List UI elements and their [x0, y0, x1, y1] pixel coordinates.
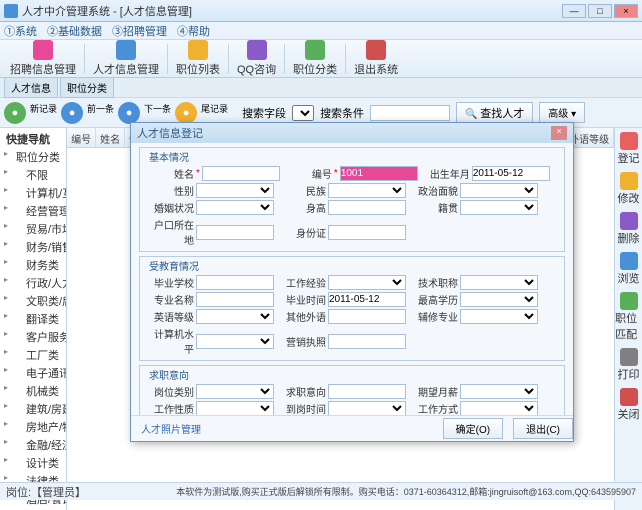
- menubar: ①系统 ②基础数据 ③招聘管理 ④帮助: [0, 22, 642, 40]
- tree-group[interactable]: 职位分类: [2, 148, 64, 166]
- tree-item-16[interactable]: 设计类: [2, 454, 64, 472]
- idcard-field[interactable]: [328, 225, 406, 240]
- jobwish-field[interactable]: [328, 384, 406, 399]
- tree-item-3[interactable]: 贸易/市场营销类: [2, 220, 64, 238]
- advanced-button[interactable]: 高级 ▾: [539, 102, 585, 123]
- status-user: 岗位:【管理员】: [6, 484, 86, 500]
- talent-register-dialog: 人才信息登记 × 基本情况 姓名* 编号* 出生年月 性别 民族 政治面貌 婚姻…: [130, 122, 574, 442]
- computer-select[interactable]: [196, 334, 274, 349]
- worknature-select[interactable]: [196, 401, 274, 415]
- ok-button[interactable]: 确定(O): [443, 418, 503, 439]
- searchbar: 搜索字段 搜索条件 🔍 查找人才 高级 ▾: [232, 102, 638, 124]
- tree-item-8[interactable]: 翻译类: [2, 310, 64, 328]
- status-notice: 本软件为测试版,购买正式版后解锁所有限制。购买电话：0371-60364312,…: [176, 485, 636, 498]
- tree-item-5[interactable]: 财务类: [2, 256, 64, 274]
- nation-select[interactable]: [328, 183, 406, 198]
- action-关闭[interactable]: 关闭: [618, 388, 640, 422]
- toolbar-3[interactable]: QQ咨询: [231, 40, 282, 77]
- close-button[interactable]: ×: [614, 4, 638, 18]
- menu-recruit[interactable]: ③招聘管理: [112, 23, 167, 39]
- search-field-label: 搜索字段: [242, 105, 286, 121]
- menu-help[interactable]: ④帮助: [177, 23, 210, 39]
- window-title: 人才中介管理系统 - [人才信息管理]: [22, 3, 562, 19]
- tab-talent-info[interactable]: 人才信息: [4, 77, 58, 98]
- salary-select[interactable]: [460, 384, 538, 399]
- hukou-field[interactable]: [196, 225, 274, 240]
- col-0[interactable]: 编号: [67, 128, 96, 147]
- gender-select[interactable]: [196, 183, 274, 198]
- tree-item-14[interactable]: 房地产/物业管理: [2, 418, 64, 436]
- jobtype-select[interactable]: [196, 384, 274, 399]
- app-icon: [4, 4, 18, 18]
- nav-1[interactable]: ●: [61, 102, 83, 124]
- action-打印[interactable]: 打印: [618, 348, 640, 382]
- action-删除[interactable]: 删除: [618, 212, 640, 246]
- tree-item-9[interactable]: 客户服务类: [2, 328, 64, 346]
- toolbar-2[interactable]: 职位列表: [170, 40, 226, 77]
- subtabs: 人才信息 职位分类: [0, 78, 642, 98]
- arrive-select[interactable]: [328, 401, 406, 415]
- foreign-field[interactable]: [328, 309, 406, 324]
- photo-manage-link[interactable]: 人才照片管理: [141, 421, 201, 436]
- nav-0[interactable]: ●: [4, 102, 26, 124]
- toolbar-1[interactable]: 人才信息管理: [87, 40, 165, 77]
- action-职位匹配[interactable]: 职位匹配: [615, 292, 642, 342]
- sidebar: 快捷导航职位分类不限计算机/互联网类经营管理类贸易/市场营销类财务/销售/行政类…: [0, 128, 67, 510]
- nav-2[interactable]: ●: [118, 102, 140, 124]
- gradtime-field[interactable]: [328, 292, 406, 307]
- tree-item-11[interactable]: 电子通讯类: [2, 364, 64, 382]
- find-button[interactable]: 🔍 查找人才: [456, 102, 533, 124]
- name-field[interactable]: [202, 166, 280, 181]
- tree-item-0[interactable]: 不限: [2, 166, 64, 184]
- search-field-select[interactable]: [292, 105, 314, 121]
- tree-item-2[interactable]: 经营管理类: [2, 202, 64, 220]
- major-field[interactable]: [196, 292, 274, 307]
- tree-item-13[interactable]: 建筑/房建/建材类: [2, 400, 64, 418]
- english-select[interactable]: [196, 309, 274, 324]
- nav-3[interactable]: ●: [175, 102, 197, 124]
- tree-item-4[interactable]: 财务/销售/行政类: [2, 238, 64, 256]
- action-修改[interactable]: 修改: [618, 172, 640, 206]
- tree-item-15[interactable]: 金融/经济: [2, 436, 64, 454]
- action-浏览[interactable]: 浏览: [618, 252, 640, 286]
- politics-select[interactable]: [460, 183, 538, 198]
- tab-job-category[interactable]: 职位分类: [60, 77, 114, 98]
- dialog-title: 人才信息登记 ×: [131, 123, 573, 143]
- right-panel: 登记修改删除浏览职位匹配打印关闭: [614, 128, 642, 510]
- action-登记[interactable]: 登记: [618, 132, 640, 166]
- tree-item-7[interactable]: 文职类/后勤: [2, 292, 64, 310]
- tree-item-1[interactable]: 计算机/互联网类: [2, 184, 64, 202]
- softskill-select[interactable]: [460, 309, 538, 324]
- height-field[interactable]: [328, 200, 406, 215]
- dialog-close-button[interactable]: ×: [551, 126, 567, 140]
- search-cond-label: 搜索条件: [320, 105, 364, 121]
- statusbar: 岗位:【管理员】 本软件为测试版,购买正式版后解锁所有限制。购买电话：0371-…: [0, 482, 642, 500]
- min-button[interactable]: —: [562, 4, 586, 18]
- max-button[interactable]: □: [588, 4, 612, 18]
- cancel-button[interactable]: 退出(C): [513, 418, 573, 439]
- workexp-select[interactable]: [328, 275, 406, 290]
- workmode-select[interactable]: [460, 401, 538, 415]
- title-select[interactable]: [460, 275, 538, 290]
- menu-basedata[interactable]: ②基础数据: [47, 23, 102, 39]
- col-1[interactable]: 姓名: [96, 128, 125, 147]
- main-toolbar: 招聘信息管理人才信息管理职位列表QQ咨询职位分类退出系统: [0, 40, 642, 78]
- toolbar-5[interactable]: 退出系统: [348, 40, 404, 77]
- tree-root[interactable]: 快捷导航: [2, 130, 64, 148]
- titlebar: 人才中介管理系统 - [人才信息管理] — □ ×: [0, 0, 642, 22]
- id-field[interactable]: [340, 166, 418, 181]
- edu-select[interactable]: [460, 292, 538, 307]
- menu-system[interactable]: ①系统: [4, 23, 37, 39]
- search-input[interactable]: [370, 105, 450, 121]
- tree-item-6[interactable]: 行政/人力资源管理类: [2, 274, 64, 292]
- toolbar-4[interactable]: 职位分类: [287, 40, 343, 77]
- school-field[interactable]: [196, 275, 274, 290]
- toolbar-0[interactable]: 招聘信息管理: [4, 40, 82, 77]
- license-field[interactable]: [328, 334, 406, 349]
- marriage-select[interactable]: [196, 200, 274, 215]
- tree-item-12[interactable]: 机械类: [2, 382, 64, 400]
- tree-item-10[interactable]: 工厂类: [2, 346, 64, 364]
- native-select[interactable]: [460, 200, 538, 215]
- birth-field[interactable]: [472, 166, 550, 181]
